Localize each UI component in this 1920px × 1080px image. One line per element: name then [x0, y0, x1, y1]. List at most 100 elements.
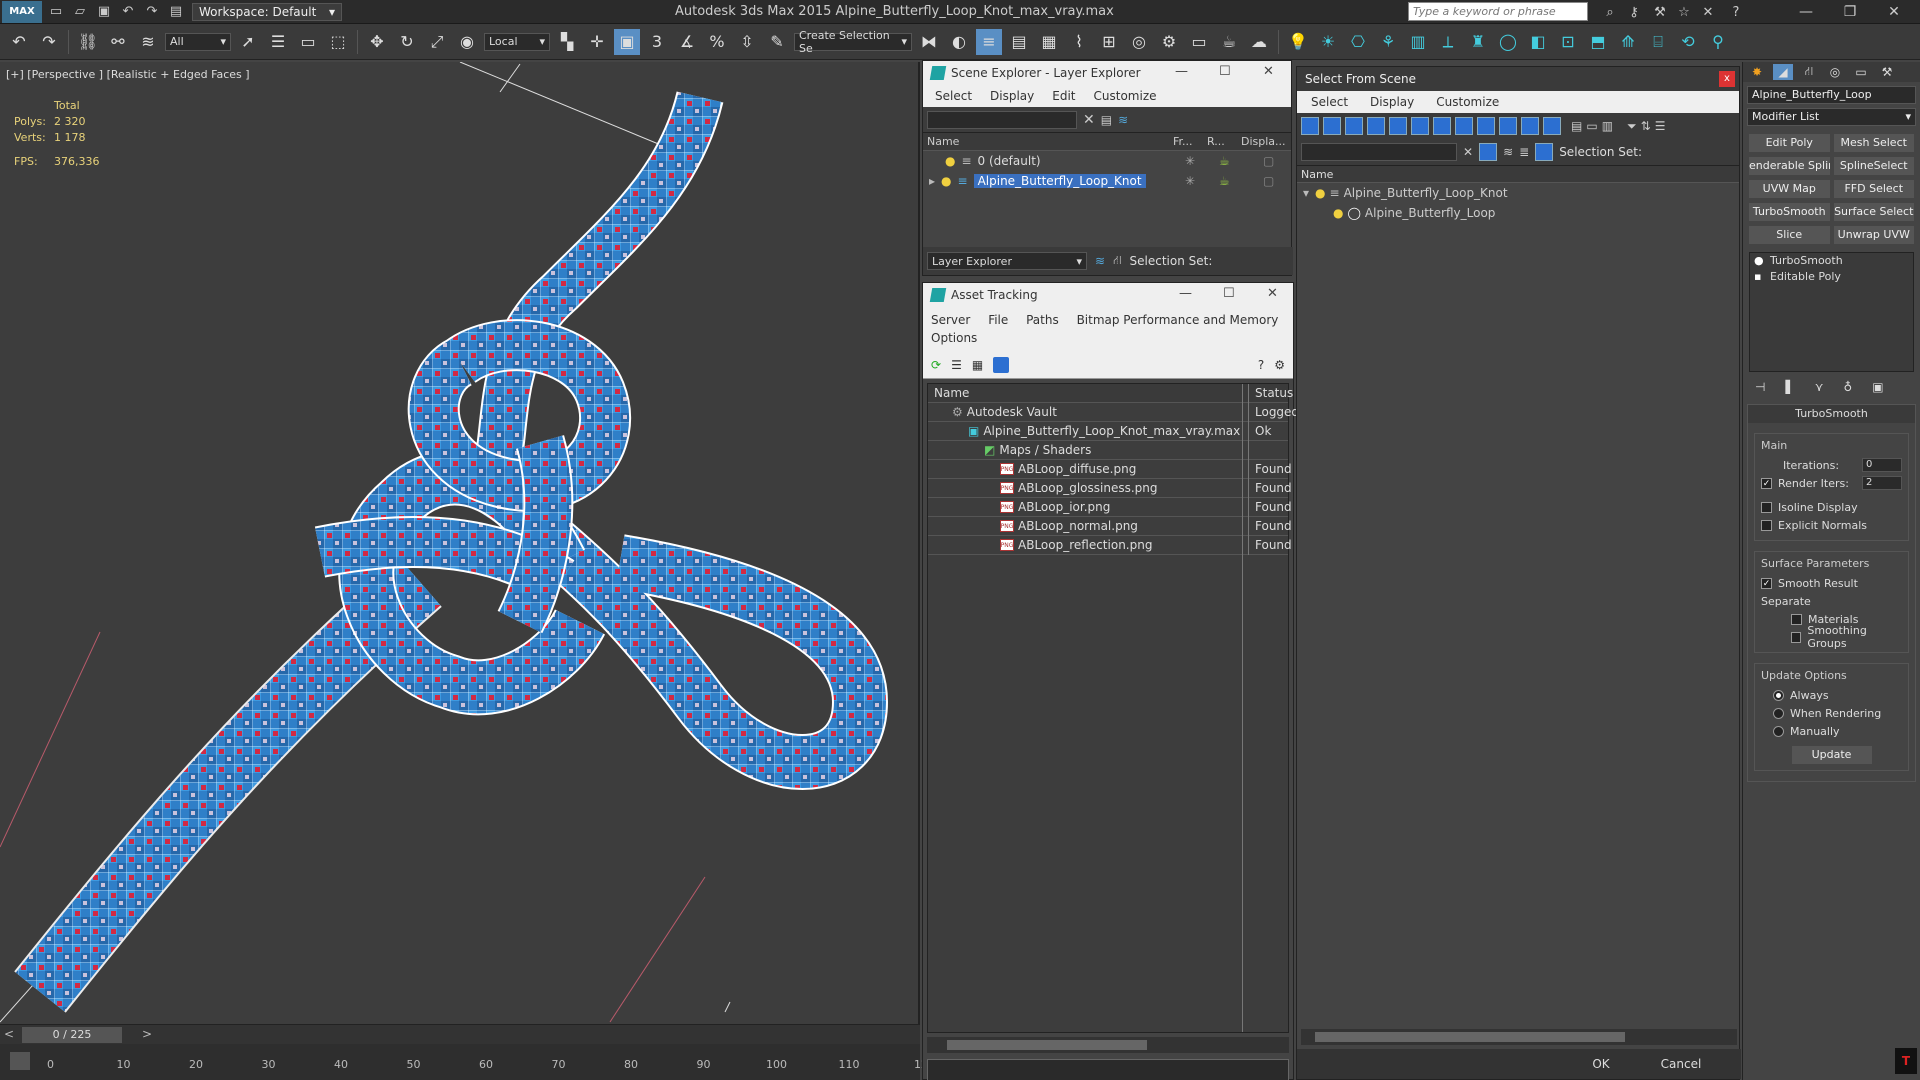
snaps-toggle-icon[interactable]: 3: [644, 29, 670, 55]
filter-geometry-icon[interactable]: [1301, 117, 1319, 135]
filter-xrefs-icon[interactable]: [1455, 117, 1473, 135]
asset-row[interactable]: ◩ Maps / Shaders: [928, 440, 1288, 460]
ffd-select-button[interactable]: FFD Select: [1833, 180, 1914, 198]
asset-row[interactable]: ⚙ Autodesk Vault Logged Out: [928, 402, 1300, 422]
vray-light-icon[interactable]: 💡: [1285, 29, 1311, 55]
menu-display[interactable]: Display: [1370, 95, 1414, 109]
render-setup-icon[interactable]: ⚙: [1156, 29, 1182, 55]
expand-box-icon[interactable]: ▪: [1754, 269, 1761, 285]
subscription-icon[interactable]: ⚒: [1650, 3, 1670, 21]
vray-fur-icon[interactable]: ⚘: [1375, 29, 1401, 55]
minimize-button[interactable]: —: [1179, 286, 1192, 301]
vray-edit-icon[interactable]: ⌸: [1645, 29, 1671, 55]
table-view-icon[interactable]: ▦: [972, 358, 983, 372]
chevron-right-icon[interactable]: >: [142, 1027, 152, 1041]
vray-frame-buffer-icon[interactable]: ◧: [1525, 29, 1551, 55]
hierarchy-toggle-icon[interactable]: [1535, 143, 1554, 161]
maximize-button[interactable]: ☐: [1223, 286, 1235, 301]
make-unique-icon[interactable]: ⋎: [1815, 380, 1824, 394]
explorer-type-dropdown[interactable]: Layer Explorer ▾: [927, 252, 1087, 270]
asset-row[interactable]: PNG ABLoop_ior.png Found: [928, 497, 1292, 517]
scene-explorer-titlebar[interactable]: Scene Explorer - Layer Explorer — ☐ ✕: [923, 61, 1291, 85]
vray-camera-icon[interactable]: ⎔: [1345, 29, 1371, 55]
window-crossing-icon[interactable]: ⬚: [325, 29, 351, 55]
undo-icon[interactable]: ↶: [6, 29, 32, 55]
find-input[interactable]: [1301, 143, 1457, 161]
vray-rt-icon[interactable]: ⬒: [1585, 29, 1611, 55]
when-rendering-radio[interactable]: [1773, 707, 1784, 719]
hierarchy-icon[interactable]: ≣: [1519, 145, 1529, 159]
filter-helpers-icon[interactable]: [1389, 117, 1407, 135]
column-name[interactable]: Name: [923, 135, 1173, 148]
asset-row[interactable]: PNG ABLoop_glossiness.png Found: [928, 478, 1292, 498]
vray-mesh-export-icon[interactable]: ▥: [1405, 29, 1431, 55]
graphite-modeling-icon[interactable]: ▦: [1036, 29, 1062, 55]
configure-sets-icon[interactable]: ▣: [1872, 380, 1883, 394]
slice-button[interactable]: Slice: [1749, 226, 1830, 244]
filter-frozen-icon[interactable]: [1521, 117, 1539, 135]
vray-lightbulb-icon[interactable]: ⚲: [1705, 29, 1731, 55]
minimize-button[interactable]: —: [1175, 64, 1188, 79]
selection-filter-dropdown[interactable]: All ▾: [165, 32, 231, 51]
angle-snap-icon[interactable]: ∡: [674, 29, 700, 55]
curve-editor-icon[interactable]: ⌇: [1066, 29, 1092, 55]
select-from-scene-titlebar[interactable]: Select From Scene x: [1297, 67, 1739, 91]
menu-bitmap-performance[interactable]: Bitmap Performance and Memory: [1077, 313, 1279, 327]
asset-row[interactable]: ▣ Alpine_Butterfly_Loop_Knot_max_vray.ma…: [928, 421, 1288, 441]
filter-shapes-icon[interactable]: [1323, 117, 1341, 135]
column-display[interactable]: Displa...: [1241, 135, 1291, 148]
stack-item-editable-poly[interactable]: ▪ Editable Poly: [1750, 269, 1913, 285]
link-icon[interactable]: ⛓: [75, 29, 101, 55]
maximize-button[interactable]: ☐: [1219, 64, 1231, 79]
rectangular-selection-icon[interactable]: ▭: [295, 29, 321, 55]
help-icon[interactable]: ?: [1258, 358, 1264, 372]
filter-bones-icon[interactable]: [1477, 117, 1495, 135]
chevron-left-icon[interactable]: <: [4, 1027, 14, 1041]
scene-explorer-toggle-icon[interactable]: ≡: [976, 28, 1002, 55]
motion-tab-icon[interactable]: ◎: [1825, 64, 1845, 80]
bind-space-warp-icon[interactable]: ≋: [135, 29, 161, 55]
exchange-icon[interactable]: ✕: [1698, 3, 1718, 21]
mini-curve-editor-icon[interactable]: [10, 1052, 30, 1070]
close-icon[interactable]: x: [1719, 71, 1735, 87]
filter-cameras-icon[interactable]: [1367, 117, 1385, 135]
layer-row[interactable]: ▸ ● ≡ Alpine_Butterfly_Loop_Knot ✳ ☕ ▢: [923, 171, 1291, 191]
freeze-icon[interactable]: ✳: [1185, 154, 1195, 168]
find-case-icon[interactable]: [1479, 143, 1498, 161]
reference-coordinate-dropdown[interactable]: Local ▾: [484, 32, 550, 51]
move-icon[interactable]: ✥: [364, 29, 390, 55]
rendered-frame-window-icon[interactable]: ▭: [1186, 29, 1212, 55]
settings-icon[interactable]: ⚙: [1274, 358, 1285, 372]
menu-customize[interactable]: Customize: [1436, 95, 1499, 109]
scrollbar-thumb[interactable]: [947, 1040, 1147, 1050]
vray-sphere-icon[interactable]: ◯: [1495, 29, 1521, 55]
menu-customize[interactable]: Customize: [1094, 89, 1157, 103]
time-slider[interactable]: 0 / 225: [22, 1027, 122, 1043]
menu-select[interactable]: Select: [935, 89, 972, 103]
rope-knot-model[interactable]: [0, 62, 920, 1024]
select-manipulate-icon[interactable]: ✛: [584, 29, 610, 55]
save-icon[interactable]: ▣: [94, 3, 114, 21]
object-name-field[interactable]: Alpine_Butterfly_Loop: [1747, 86, 1916, 104]
keyboard-shortcut-override-icon[interactable]: ▣: [614, 28, 640, 55]
vray-proxy-icon[interactable]: ♜: [1465, 29, 1491, 55]
align-icon[interactable]: ◐: [946, 29, 972, 55]
lightbulb-icon[interactable]: ●: [941, 174, 951, 188]
smoothing-groups-checkbox[interactable]: [1791, 631, 1802, 643]
render-teapot-icon[interactable]: ☕: [1219, 174, 1230, 188]
vray-toggle-icon[interactable]: ⟲: [1675, 29, 1701, 55]
lightbulb-icon[interactable]: ●: [945, 154, 955, 168]
display-box-icon[interactable]: ▢: [1263, 154, 1274, 168]
asset-row[interactable]: PNG ABLoop_reflection.png Found: [928, 535, 1292, 555]
open-file-icon[interactable]: ▱: [70, 3, 90, 21]
filter-containers-icon[interactable]: [1499, 117, 1517, 135]
menu-select[interactable]: Select: [1311, 95, 1348, 109]
close-button[interactable]: ✕: [1263, 64, 1274, 79]
asset-path-field[interactable]: [927, 1059, 1289, 1080]
utilities-tab-icon[interactable]: ⚒: [1877, 64, 1897, 80]
modifier-list-dropdown[interactable]: Modifier List ▾: [1747, 108, 1916, 126]
find-input[interactable]: [927, 110, 1077, 129]
redo-icon[interactable]: ↷: [36, 29, 62, 55]
smooth-result-checkbox[interactable]: ✓: [1761, 577, 1772, 589]
search-input[interactable]: Type a keyword or phrase: [1408, 2, 1588, 21]
